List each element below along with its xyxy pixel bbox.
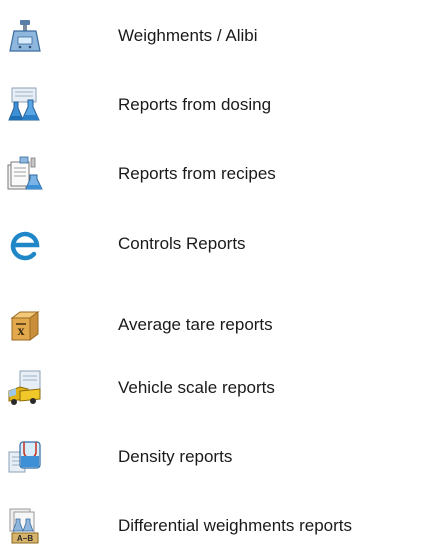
average-tare-box-icon: x xyxy=(6,306,44,344)
menu-item-controls-reports[interactable]: Controls Reports xyxy=(0,219,441,269)
menu-item-reports-dosing[interactable]: Reports from dosing xyxy=(0,80,441,130)
truck-icon xyxy=(6,369,44,407)
menu-item-label: Reports from dosing xyxy=(118,95,272,114)
density-beaker-icon xyxy=(6,438,44,476)
differential-ab-icon: A−B xyxy=(6,507,44,545)
menu-item-weighments-alibi[interactable]: Weighments / Alibi xyxy=(0,11,441,61)
svg-text:x: x xyxy=(18,324,25,339)
scale-icon xyxy=(6,17,44,55)
recipes-icon xyxy=(6,155,44,193)
menu-item-label: Reports from recipes xyxy=(118,164,276,183)
menu-item-label: Vehicle scale reports xyxy=(118,378,275,397)
menu-item-label: Differential weighments reports xyxy=(118,516,353,535)
menu-item-label: Density reports xyxy=(118,447,233,466)
menu-item-differential-weighments-reports[interactable]: A−B Differential weighments reports xyxy=(0,501,441,551)
reports-menu: Weighments / Alibi Reports from dosing R… xyxy=(0,0,441,558)
dosing-flasks-icon xyxy=(6,86,44,124)
menu-item-label: Weighments / Alibi xyxy=(118,26,258,45)
menu-item-density-reports[interactable]: Density reports xyxy=(0,432,441,482)
menu-item-reports-recipes[interactable]: Reports from recipes xyxy=(0,149,441,199)
menu-item-label: Controls Reports xyxy=(118,234,246,253)
controls-e-icon xyxy=(6,225,44,263)
svg-text:A−B: A−B xyxy=(17,534,33,543)
menu-item-average-tare-reports[interactable]: x Average tare reports xyxy=(0,300,441,350)
menu-item-vehicle-scale-reports[interactable]: Vehicle scale reports xyxy=(0,363,441,413)
menu-item-label: Average tare reports xyxy=(118,315,273,334)
